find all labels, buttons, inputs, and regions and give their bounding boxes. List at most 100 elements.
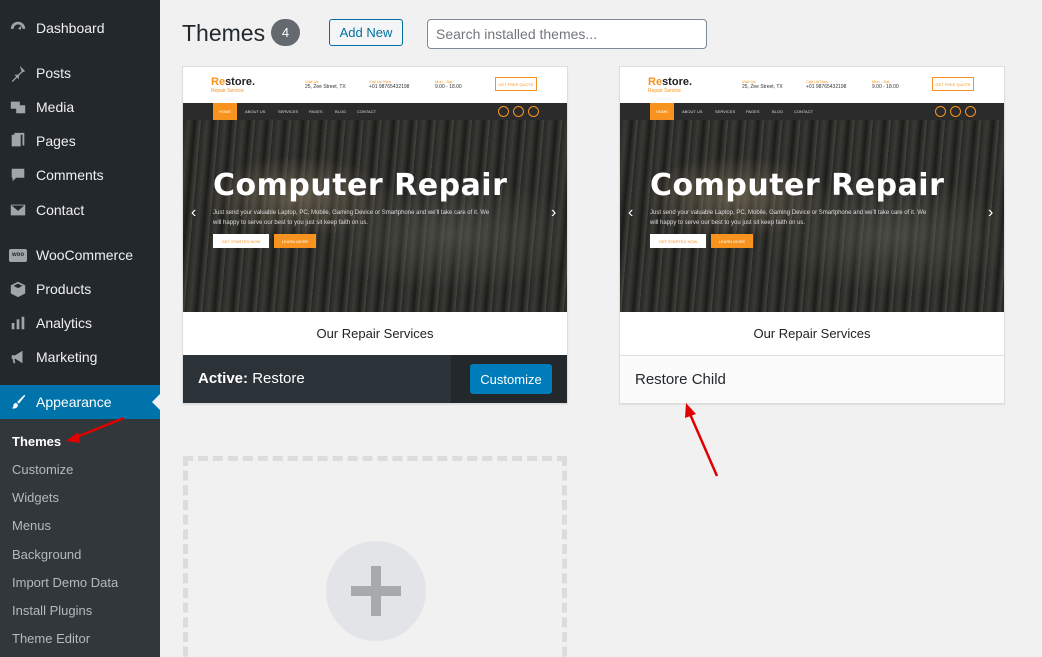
preview-nav-link: PAGES (309, 109, 323, 114)
theme-screenshot[interactable]: Restore. Repair Service Visit Us 25, Zee … (183, 67, 567, 355)
preview-hours: Mon - Sat 9.00 - 18.00 (872, 79, 899, 90)
theme-screenshot[interactable]: Restore. Repair Service Visit Us 25, Zee … (620, 67, 1004, 355)
sidebar-item-label: Marketing (36, 349, 98, 365)
submenu-import-demo-data[interactable]: Import Demo Data (12, 575, 118, 590)
preview-logo-sub: Repair Service (648, 88, 681, 94)
twitter-icon (950, 106, 961, 117)
sidebar-item-marketing[interactable]: Marketing (0, 340, 160, 374)
facebook-icon (498, 106, 509, 117)
preview-get-started-button: GET STARTED NOW (213, 234, 269, 248)
linkedin-icon (528, 106, 539, 117)
pages-icon (8, 131, 28, 151)
preview-quote-button: GET FREE QUOTE (495, 77, 537, 91)
preview-nav-link: ABOUT US (245, 109, 266, 114)
preview-address: Visit Us 25, Zee Street, TX (742, 79, 783, 90)
preview-quote-button: GET FREE QUOTE (932, 77, 974, 91)
sidebar-item-label: Products (36, 281, 92, 297)
sidebar-item-woocommerce[interactable]: woo WooCommerce (0, 238, 160, 272)
preview-services-heading: Our Repair Services (753, 326, 871, 341)
preview-nav-link: BLOG (772, 109, 784, 114)
preview-nav-link: CONTACT (357, 109, 377, 114)
sidebar-item-pages[interactable]: Pages (0, 124, 160, 158)
sidebar-item-label: Appearance (36, 394, 112, 410)
theme-name-label: Active: Restore (198, 370, 305, 387)
sidebar-item-contact[interactable]: Contact (0, 193, 160, 227)
comments-icon (8, 165, 28, 185)
customize-button[interactable]: Customize (470, 364, 552, 394)
submenu-background[interactable]: Background (12, 547, 81, 562)
chevron-left-icon: ‹ (191, 204, 197, 221)
sidebar-item-media[interactable]: Media (0, 90, 160, 124)
theme-name-bar: Restore Child (620, 355, 1004, 403)
sidebar-item-label: Pages (36, 133, 76, 149)
preview-navbar: HOME ABOUT US SERVICES PAGES BLOG CONTAC… (620, 103, 1004, 120)
preview-phone: Call Us Now +01 98765432198 (806, 79, 847, 90)
brush-icon (8, 392, 28, 412)
sidebar-item-analytics[interactable]: Analytics (0, 306, 160, 340)
preview-hero-text: Just send your valuable Laptop, PC, Mobi… (213, 210, 490, 226)
theme-card-restore-child[interactable]: Restore. Repair Service Visit Us 25, Zee … (619, 66, 1005, 404)
preview-nav-link: PAGES (746, 109, 760, 114)
preview-hours: Mon - Sat 9.00 - 18.00 (435, 79, 462, 90)
preview-nav-home: HOME (213, 103, 237, 120)
megaphone-icon (8, 347, 28, 367)
facebook-icon (935, 106, 946, 117)
preview-logo: Restore. (211, 76, 256, 88)
preview-phone: Call Us Now +01 98765432198 (369, 79, 410, 90)
woo-icon: woo (8, 245, 28, 265)
theme-card-restore[interactable]: Restore. Repair Service Visit Us 25, Zee … (182, 66, 568, 404)
sidebar-item-label: Analytics (36, 315, 93, 331)
preview-nav-link: SERVICES (715, 109, 736, 114)
preview-nav-link: BLOG (335, 109, 347, 114)
preview-hero: Computer Repair Just send your valuable … (183, 120, 567, 312)
preview-nav-link: SERVICES (278, 109, 299, 114)
twitter-icon (513, 106, 524, 117)
sidebar-item-dashboard[interactable]: Dashboard (0, 11, 160, 45)
current-menu-pointer (152, 394, 160, 410)
sidebar-item-appearance[interactable]: Appearance (0, 385, 160, 419)
theme-name-bar-active: Active: Restore Customize (183, 355, 567, 403)
preview-address: Visit Us 25, Zee Street, TX (305, 79, 346, 90)
preview-learn-more-button: LEARN MORE (711, 234, 753, 248)
submenu-menus[interactable]: Menus (12, 518, 51, 533)
box-icon (8, 279, 28, 299)
submenu-customize[interactable]: Customize (12, 462, 73, 477)
sidebar-item-comments[interactable]: Comments (0, 158, 160, 192)
sidebar-item-posts[interactable]: Posts (0, 56, 160, 90)
chevron-left-icon: ‹ (628, 204, 634, 221)
preview-hero-title: Computer Repair (213, 168, 508, 203)
pin-icon (8, 63, 28, 83)
bar-chart-icon (8, 313, 28, 333)
preview-topbar: Restore. Repair Service Visit Us 25, Zee … (183, 67, 567, 103)
envelope-icon (8, 200, 28, 220)
submenu-widgets[interactable]: Widgets (12, 490, 59, 505)
add-new-theme-card[interactable] (183, 456, 567, 657)
preview-nav-home: HOME (650, 103, 674, 120)
plus-icon (326, 541, 426, 641)
sidebar-item-label: WooCommerce (36, 247, 133, 263)
add-new-button[interactable]: Add New (329, 19, 403, 46)
media-icon (8, 97, 28, 117)
chevron-right-icon: › (988, 204, 994, 221)
preview-nav-link: ABOUT US (682, 109, 703, 114)
dashboard-icon (8, 18, 28, 38)
sidebar-item-label: Comments (36, 167, 104, 183)
submenu-install-plugins[interactable]: Install Plugins (12, 603, 92, 618)
sidebar-item-products[interactable]: Products (0, 272, 160, 306)
appearance-submenu: Themes Customize Widgets Menus Backgroun… (0, 419, 160, 657)
preview-logo: Restore. (648, 76, 693, 88)
preview-services-heading: Our Repair Services (316, 326, 434, 341)
preview-hero-title: Computer Repair (650, 168, 945, 203)
preview-hero-text: Just send your valuable Laptop, PC, Mobi… (650, 210, 927, 226)
sidebar-item-label: Dashboard (36, 20, 105, 36)
submenu-theme-editor[interactable]: Theme Editor (12, 631, 90, 646)
preview-learn-more-button: LEARN MORE (274, 234, 316, 248)
preview-topbar: Restore. Repair Service Visit Us 25, Zee … (620, 67, 1004, 103)
sidebar-item-label: Contact (36, 202, 85, 218)
search-input[interactable] (427, 19, 707, 49)
linkedin-icon (965, 106, 976, 117)
admin-sidebar: Dashboard Posts Media Pages Comments Con… (0, 0, 160, 657)
submenu-themes[interactable]: Themes (12, 434, 61, 449)
chevron-right-icon: › (551, 204, 557, 221)
preview-navbar: HOME ABOUT US SERVICES PAGES BLOG CONTAC… (183, 103, 567, 120)
